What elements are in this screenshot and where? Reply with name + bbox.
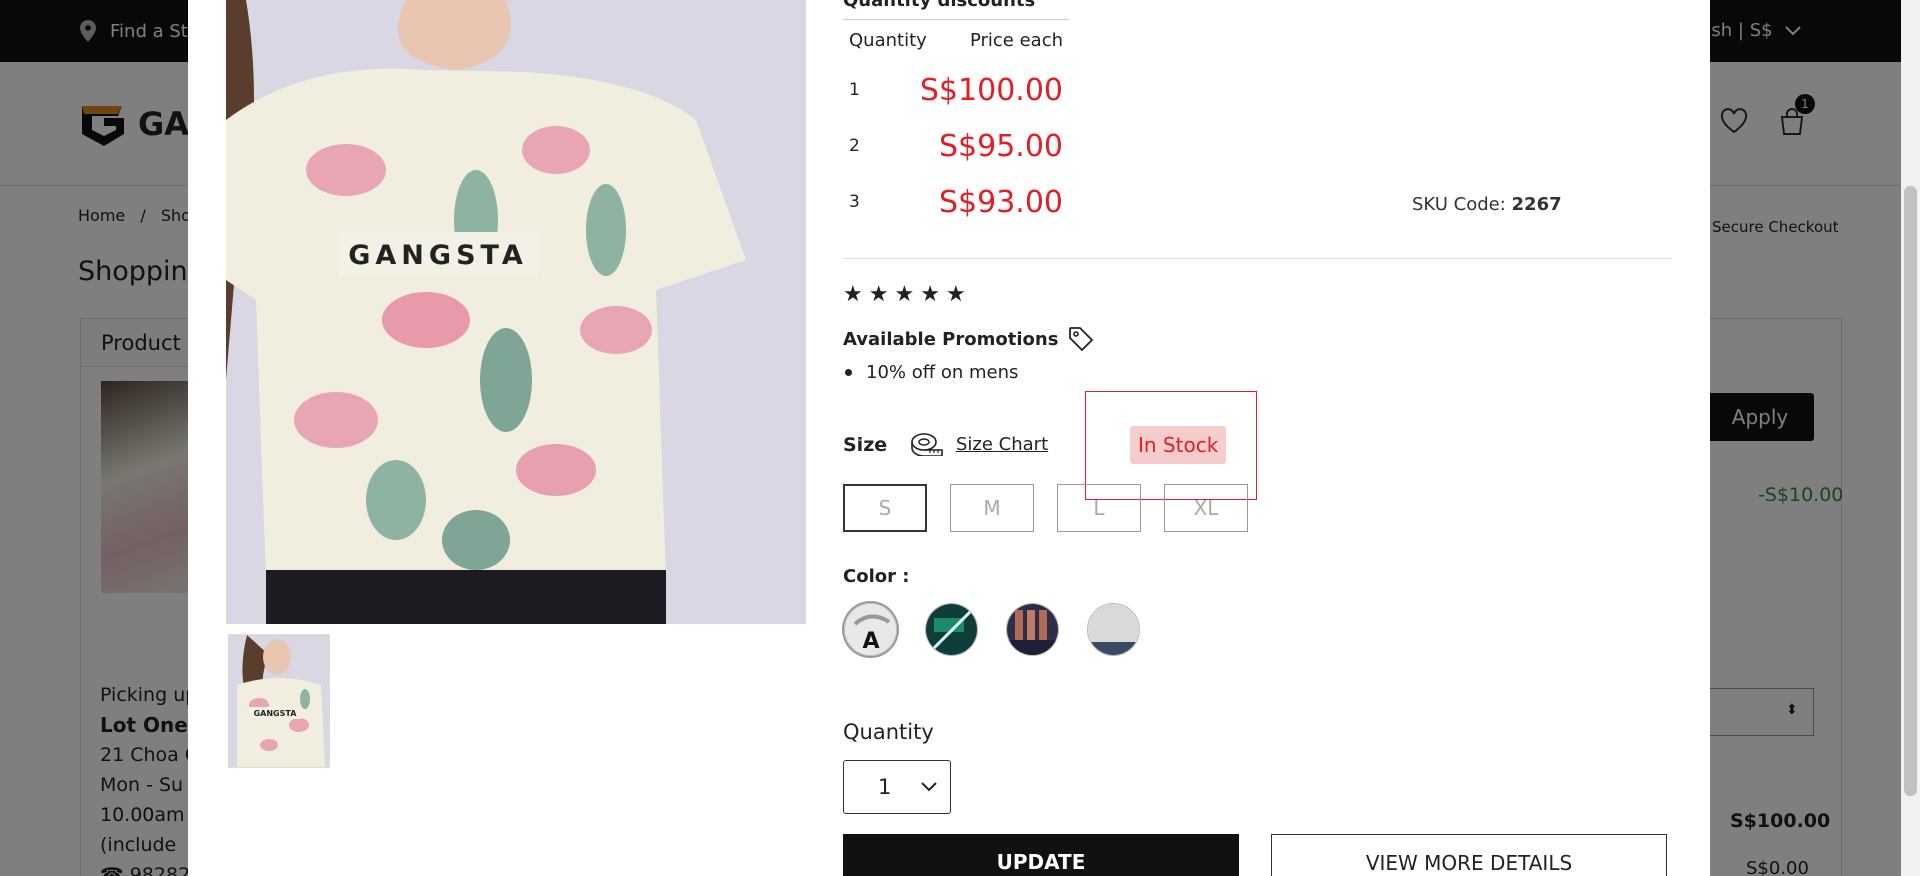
star-icon: ★ (894, 282, 915, 307)
color-options: A (844, 603, 1140, 656)
row-quantity: 3 (849, 192, 860, 212)
row-quantity: 2 (849, 136, 860, 156)
measuring-tape-icon (911, 433, 943, 456)
product-thumbnail[interactable]: GANGSTA (228, 634, 330, 768)
table-row: 3 S$93.00 (843, 174, 1069, 230)
divider (843, 258, 1671, 259)
quantity-discounts-title: Quantity discounts (843, 0, 1036, 11)
row-quantity: 1 (849, 80, 860, 100)
color-swatch[interactable]: A (844, 603, 897, 656)
table-header: Quantity Price each (843, 20, 1069, 62)
column-header-quantity: Quantity (849, 30, 927, 51)
view-more-details-button[interactable]: VIEW MORE DETAILS (1271, 834, 1667, 876)
promotions-title: Available Promotions (843, 328, 1059, 350)
row-price: S$100.00 (919, 72, 1063, 108)
column-header-price: Price each (969, 30, 1063, 51)
rating-stars: ★ ★ ★ ★ ★ (843, 282, 966, 307)
size-option-s[interactable]: S (843, 484, 927, 532)
promotion-item: 10% off on mens (843, 362, 1018, 383)
available-promotions: Available Promotions (843, 326, 1094, 352)
size-option-l[interactable]: L (1057, 484, 1141, 532)
size-option-m[interactable]: M (950, 484, 1034, 532)
sku-value: 2267 (1511, 194, 1562, 215)
row-price: S$95.00 (938, 128, 1063, 164)
sku-code: SKU Code: 2267 (1412, 194, 1562, 215)
product-main-image: GANGSTA (226, 0, 806, 624)
size-options: S M L XL (843, 484, 1248, 532)
quantity-discounts-table: Quantity Price each 1 S$100.00 2 S$95.00… (843, 19, 1069, 230)
size-chart-text: Size Chart (956, 433, 1049, 455)
product-photo: GANGSTA (226, 0, 806, 624)
row-price: S$93.00 (938, 184, 1063, 220)
quick-view-modal: GANGSTA GANGSTA Quantity discounts Quant… (188, 0, 1710, 876)
size-label: Size (843, 434, 888, 456)
star-icon: ★ (920, 282, 940, 307)
star-icon: ★ (843, 282, 863, 307)
color-swatch[interactable] (1006, 603, 1059, 656)
quantity-value: 1 (878, 775, 892, 799)
update-button[interactable]: UPDATE (843, 834, 1239, 876)
sku-label: SKU Code: (1412, 194, 1506, 215)
thumbnail-photo: GANGSTA (229, 635, 329, 767)
size-option-xl[interactable]: XL (1164, 484, 1248, 532)
star-icon: ★ (868, 282, 889, 307)
thumbnail-print-text: GANGSTA (254, 709, 298, 718)
chevron-down-icon (921, 782, 938, 792)
table-row: 2 S$95.00 (843, 118, 1069, 174)
tag-icon (1069, 327, 1094, 352)
color-swatch[interactable] (1087, 603, 1140, 656)
color-label: Color : (843, 566, 910, 587)
bullet (845, 369, 852, 376)
shirt-print-text: GANGSTA (348, 240, 527, 271)
quantity-select[interactable]: 1 (843, 760, 951, 814)
star-icon: ★ (945, 282, 966, 307)
color-swatch[interactable] (925, 603, 978, 656)
svg-text:A: A (862, 629, 879, 654)
table-row: 1 S$100.00 (843, 62, 1069, 118)
promotion-text: 10% off on mens (866, 362, 1019, 383)
scrollbar-thumb[interactable] (1904, 186, 1917, 796)
size-chart-link[interactable]: Size Chart (910, 432, 1048, 456)
quantity-label: Quantity (843, 720, 934, 744)
